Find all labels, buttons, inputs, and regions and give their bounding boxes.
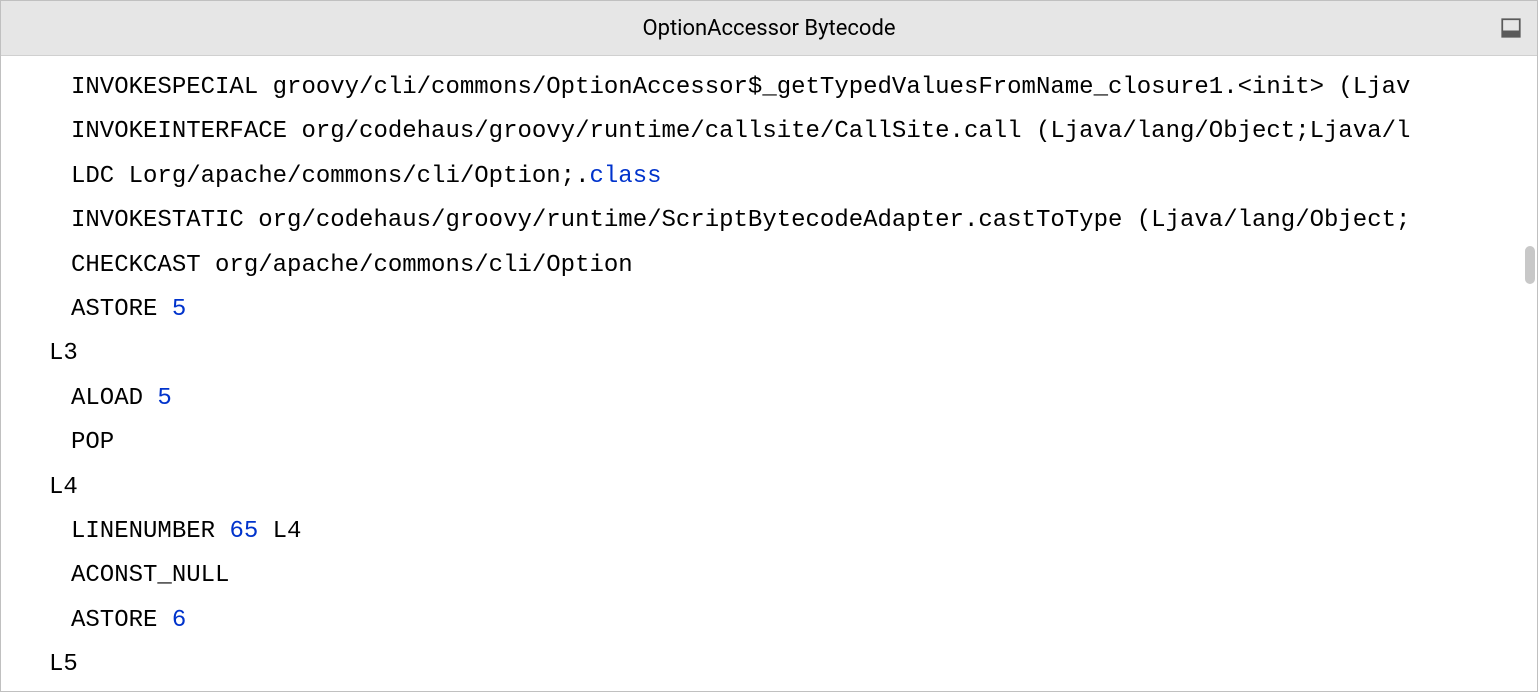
code-content[interactable]: INVOKESPECIAL groovy/cli/commons/OptionA… — [1, 56, 1537, 691]
token-kw-number: 65 — [229, 518, 258, 545]
token-text: L5 — [49, 651, 78, 678]
code-line: LINENUMBER 65 L4 — [49, 510, 1537, 554]
token-text: INVOKESTATIC org/codehaus/groovy/runtime… — [71, 207, 1410, 234]
token-text: CHECKCAST org/apache/commons/cli/Option — [71, 252, 633, 279]
token-kw-number: 5 — [172, 296, 186, 323]
code-line: ALOAD 5 — [49, 377, 1537, 421]
token-text: POP — [71, 429, 114, 456]
token-text: LDC Lorg/apache/commons/cli/Option;. — [71, 163, 589, 190]
panel-title: OptionAccessor Bytecode — [642, 16, 895, 41]
token-text: INVOKEINTERFACE org/codehaus/groovy/runt… — [71, 118, 1410, 145]
code-line: ASTORE 6 — [49, 599, 1537, 643]
token-kw-class: class — [589, 163, 661, 190]
code-line: L5 — [49, 643, 1537, 687]
window-icon[interactable] — [1500, 17, 1522, 39]
code-line: ACONST_NULL — [49, 554, 1537, 598]
code-line: ASTORE 5 — [49, 288, 1537, 332]
token-text: L4 — [258, 518, 301, 545]
scrollbar-thumb[interactable] — [1525, 246, 1535, 284]
token-text: INVOKESPECIAL groovy/cli/commons/OptionA… — [71, 74, 1410, 101]
token-kw-number: 6 — [172, 607, 186, 634]
code-line: LDC Lorg/apache/commons/cli/Option;.clas… — [49, 155, 1537, 199]
token-text: ACONST_NULL — [71, 562, 229, 589]
token-text: ALOAD — [71, 385, 157, 412]
bytecode-panel: OptionAccessor Bytecode INVOKESPECIAL gr… — [0, 0, 1538, 692]
code-line: CHECKCAST org/apache/commons/cli/Option — [49, 244, 1537, 288]
token-text: L3 — [49, 340, 78, 367]
code-line: L4 — [49, 466, 1537, 510]
code-line: INVOKESTATIC org/codehaus/groovy/runtime… — [49, 199, 1537, 243]
token-text: L4 — [49, 474, 78, 501]
titlebar: OptionAccessor Bytecode — [1, 1, 1537, 56]
code-line: INVOKESPECIAL groovy/cli/commons/OptionA… — [49, 66, 1537, 110]
code-line: INVOKEINTERFACE org/codehaus/groovy/runt… — [49, 110, 1537, 154]
code-line: L3 — [49, 332, 1537, 376]
token-text: ASTORE — [71, 607, 172, 634]
token-text: LINENUMBER — [71, 518, 229, 545]
token-kw-number: 5 — [157, 385, 171, 412]
token-text: ASTORE — [71, 296, 172, 323]
code-line: POP — [49, 421, 1537, 465]
